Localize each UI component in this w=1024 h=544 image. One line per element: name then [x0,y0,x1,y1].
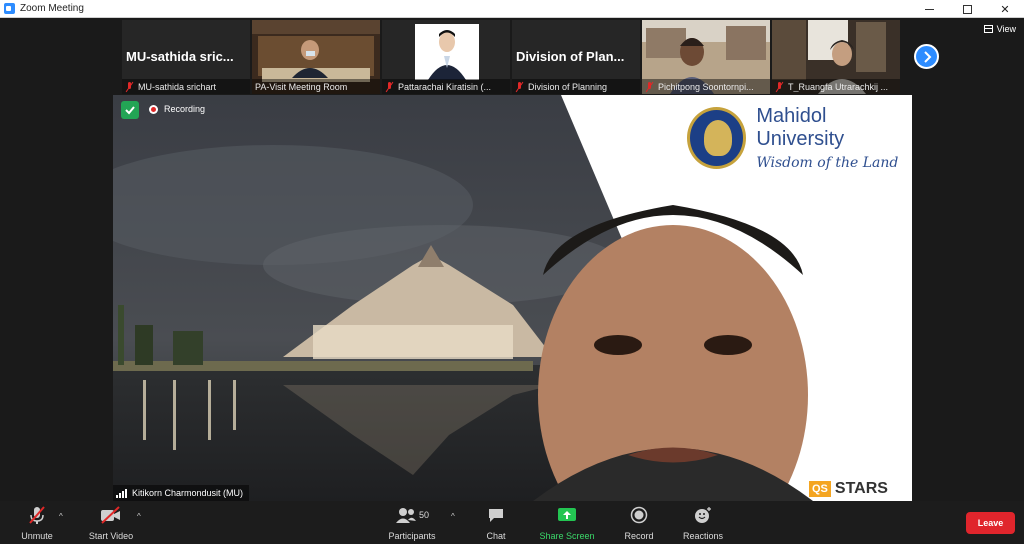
recording-indicator: Recording [149,104,205,114]
chat-label: Chat [486,531,506,541]
participants-label: Participants [388,531,436,541]
chat-icon [484,505,508,525]
mic-muted-icon [645,81,654,92]
participant-name: Division of Planning [528,81,608,92]
title-bar: Zoom Meeting ✕ [0,0,1024,18]
close-window-button[interactable]: ✕ [986,0,1024,18]
maximize-button[interactable] [948,0,986,18]
check-icon [125,106,135,115]
participant-tile[interactable]: T_Ruangfa Utrarachkij ... [772,20,900,94]
stars-logo: STARS [834,480,888,497]
record-icon [627,505,651,525]
record-label: Record [624,531,654,541]
share-screen-button[interactable]: Share Screen [536,501,598,544]
active-speaker-video[interactable]: Recording Mahidol University Wisdom of t… [113,95,912,501]
university-seal-icon [687,107,747,169]
reactions-button[interactable]: Reactions [680,501,726,544]
record-button[interactable]: Record [620,501,658,544]
video-options-caret-icon[interactable]: ^ [137,512,141,521]
mic-muted-icon [775,81,784,92]
next-page-button[interactable] [914,44,939,69]
share-screen-icon [555,505,579,525]
mic-muted-icon [385,81,394,92]
participant-big-name: MU-sathida sric... [126,49,234,64]
participants-options-caret-icon[interactable]: ^ [451,512,455,521]
speaker-name: Kitikorn Charmondusit (MU) [132,488,244,498]
unmute-label: Unmute [21,531,53,541]
participant-count: 50 [418,510,429,520]
participants-button[interactable]: 50 Participants [384,501,440,544]
participant-label: T_Ruangfa Utrarachkij ... [772,79,900,94]
participant-label: Division of Planning [512,79,640,94]
share-screen-label: Share Screen [539,531,595,541]
view-label: View [996,24,1016,34]
mic-muted-icon [125,81,134,92]
qs-stars-badge: QS STARS [809,480,888,498]
participants-icon: 50 [389,505,435,525]
participant-name: Pichitpong Soontornpi... [658,81,754,92]
participant-name: T_Ruangfa Utrarachkij ... [788,81,889,92]
reactions-label: Reactions [682,531,724,541]
participant-strip: MU-sathida sric... MU-sathida srichart P… [122,20,904,94]
speaker-name-label: Kitikorn Charmondusit (MU) [113,485,250,501]
chat-button[interactable]: Chat [482,501,510,544]
chevron-right-icon [923,50,931,63]
university-logo: Mahidol University Wisdom of the Land [687,105,912,171]
participant-label: Pichitpong Soontornpi... [642,79,770,94]
participant-name: PA-Visit Meeting Room [255,81,348,92]
participant-big-name: Division of Plan... [516,49,625,64]
view-button[interactable]: View [983,24,1016,34]
audio-options-caret-icon[interactable]: ^ [59,512,63,521]
participant-name: MU-sathida srichart [138,81,217,92]
meeting-toolbar: Unmute ^ Start Video ^ 50 Participants ^… [0,501,1024,544]
participant-tile[interactable]: Pattarachai Kiratisin (... [382,20,510,94]
participant-tile[interactable]: MU-sathida sric... MU-sathida srichart [122,20,250,94]
window-controls: ✕ [910,0,1024,18]
zoom-app-icon [4,3,15,14]
leave-button[interactable]: Leave [966,512,1015,534]
participant-tile[interactable]: Division of Plan... Division of Planning [512,20,640,94]
university-tagline: Wisdom of the Land [756,155,899,171]
participant-label: PA-Visit Meeting Room [252,79,380,94]
grid-view-icon [983,25,993,33]
participant-tile[interactable]: Pichitpong Soontornpi... [642,20,770,94]
encryption-shield-icon[interactable] [121,101,139,119]
unmute-button[interactable]: Unmute [16,501,58,544]
mic-muted-icon [25,505,49,525]
window-title: Zoom Meeting [20,3,84,14]
mic-muted-icon [515,81,524,92]
participant-name: Pattarachai Kiratisin (... [398,81,492,92]
smiley-icon [691,505,715,525]
participant-label: MU-sathida srichart [122,79,250,94]
minimize-button[interactable] [910,0,948,18]
signal-strength-icon [116,488,127,498]
qs-logo: QS [809,481,831,497]
participant-label: Pattarachai Kiratisin (... [382,79,510,94]
video-off-icon [99,505,123,525]
recording-dot-icon [149,104,158,114]
university-name: Mahidol University [756,105,845,150]
participant-tile[interactable]: PA-Visit Meeting Room [252,20,380,94]
recording-label: Recording [164,104,206,114]
start-video-button[interactable]: Start Video [84,501,138,544]
meeting-area: MU-sathida sric... MU-sathida srichart P… [0,18,1024,501]
start-video-label: Start Video [88,531,134,541]
